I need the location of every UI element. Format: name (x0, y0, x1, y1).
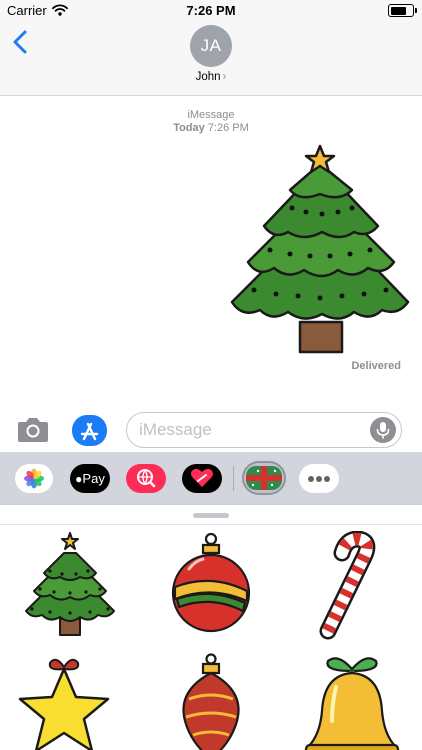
sticker-sheet (0, 504, 422, 750)
apple-pay-label: Pay (82, 471, 105, 486)
sticker-yellow-star-ornament[interactable] (14, 651, 114, 750)
timestamp-time: 7:26 PM (207, 122, 249, 134)
camera-icon[interactable] (16, 416, 50, 444)
more-dot-icon (308, 476, 314, 482)
service-label: iMessage (187, 109, 235, 121)
timestamp-day: Today (173, 122, 205, 134)
gift-box-icon (246, 466, 282, 490)
drawer-divider (233, 466, 234, 491)
dictation-button[interactable] (370, 417, 396, 443)
more-dot-icon (316, 476, 322, 482)
contact-name: John (195, 71, 221, 83)
more-dot-icon (324, 476, 330, 482)
status-bar: Carrier 7:26 PM (0, 0, 422, 22)
photos-icon (24, 468, 44, 489)
sticker-golden-bell[interactable] (302, 651, 402, 750)
chevron-right-icon: › (222, 71, 227, 83)
app-store-icon (80, 422, 99, 441)
sheet-separator (0, 524, 422, 525)
app-store-button[interactable] (72, 415, 107, 446)
globe-search-icon (137, 469, 156, 488)
delivery-status: Delivered (351, 360, 401, 372)
sticker-candy-cane[interactable] (302, 531, 402, 641)
digital-touch-app-button[interactable] (182, 464, 222, 493)
sticker-christmas-tree[interactable] (20, 531, 120, 641)
contact-avatar[interactable]: JA (190, 25, 232, 67)
message-input[interactable] (126, 412, 402, 448)
apple-pay-app-button[interactable]: ●Pay (70, 464, 110, 493)
contact-name-button[interactable]: John › (0, 71, 422, 83)
app-drawer: ●Pay (0, 452, 422, 504)
compose-bar (0, 402, 422, 450)
back-chevron-icon[interactable] (8, 28, 32, 56)
battery-level (390, 6, 407, 15)
sticker-red-ornament-ball[interactable] (161, 529, 261, 639)
christmas-stickers-app-button[interactable] (242, 461, 286, 495)
sheet-grabber[interactable] (193, 513, 229, 518)
sticker-red-drop-ornament[interactable] (161, 651, 261, 750)
clock: 7:26 PM (186, 3, 236, 18)
heart-icon (191, 468, 213, 487)
photos-app-button[interactable] (15, 464, 53, 493)
microphone-icon (376, 422, 390, 439)
web-search-app-button[interactable] (126, 464, 166, 493)
christmas-tree-sticker-message[interactable] (230, 144, 410, 356)
battery-icon (388, 4, 417, 17)
message-timestamp: Today 7:26 PM (0, 122, 422, 134)
more-apps-button[interactable] (299, 464, 339, 493)
